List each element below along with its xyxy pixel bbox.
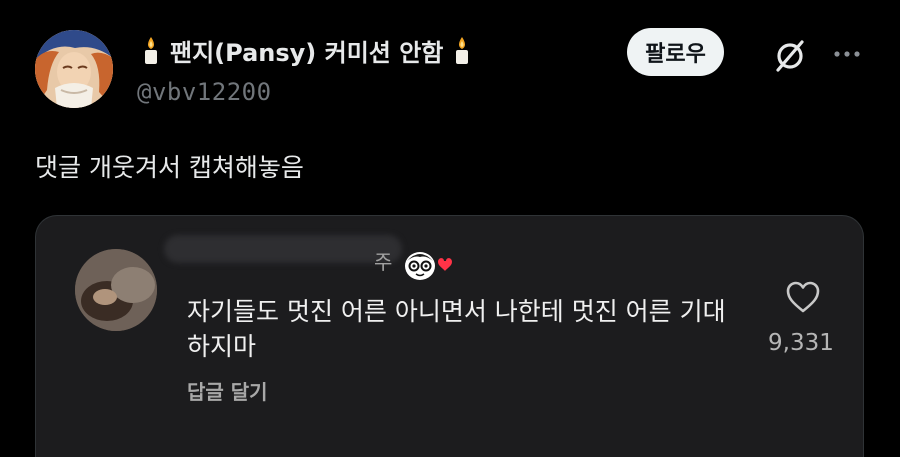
post-text: 댓글 개웃겨서 캡쳐해놓음 [35,153,304,182]
like-count: 9,331 [768,330,834,356]
author-display-name: 팬지(Pansy) 커미션 안함 [170,38,444,67]
reply-button[interactable]: 답글 달기 [187,376,268,405]
username-suffix: 주 [374,250,393,274]
comment-text: 자기들도 멋진 어른 아니면서 나한테 멋진 어른 기대하지마 [187,297,726,361]
author-avatar[interactable] [35,30,113,108]
heart-icon[interactable] [785,280,821,314]
commenter-avatar [75,249,157,331]
candle-icon [145,37,157,64]
avatar-illustration [35,30,113,108]
grok-icon[interactable] [772,38,808,74]
blurred-username [164,235,402,263]
more-icon[interactable] [832,47,862,61]
embedded-comment-image[interactable]: 주 자기들도 멋진 어른 아니면서 나한테 멋진 어른 기대하지마 답글 달기 … [35,215,864,457]
candle-icon [456,37,469,64]
smiley-heart-emoji [405,252,452,280]
author-handle[interactable]: @vbv12200 [137,78,272,106]
follow-button[interactable]: 팔로우 [627,28,724,76]
author-name-row[interactable]: 팬지(Pansy) 커미션 안함 [140,33,473,67]
